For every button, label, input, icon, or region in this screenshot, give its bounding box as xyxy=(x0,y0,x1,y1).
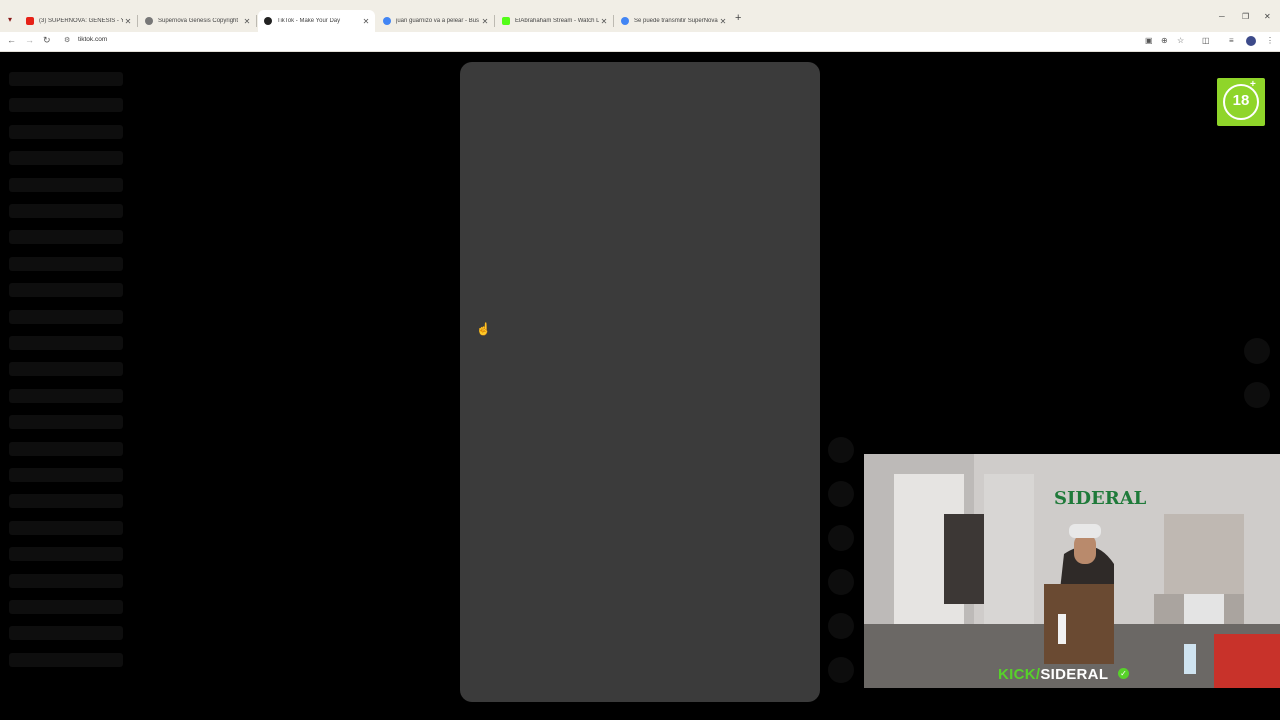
action-button-placeholder[interactable] xyxy=(828,481,854,507)
bookmark-star-icon[interactable]: ☆ xyxy=(1177,36,1184,45)
skeleton-item xyxy=(9,230,123,245)
skeleton-item xyxy=(9,600,123,614)
youtube-icon xyxy=(26,17,34,25)
tab-google-search[interactable]: juan guarnizo va a pelear - Bus ✕ xyxy=(377,10,495,32)
skeleton-item xyxy=(9,204,123,218)
close-icon[interactable]: ✕ xyxy=(599,17,609,26)
nav-down-button[interactable] xyxy=(1244,382,1270,408)
skeleton-item xyxy=(9,388,123,403)
close-icon[interactable]: ✕ xyxy=(480,17,490,26)
tab-title: juan guarnizo va a pelear - Bus xyxy=(396,18,480,24)
tab-search-icon[interactable]: ▾ xyxy=(3,13,17,27)
menu-icon[interactable]: ⋮ xyxy=(1266,36,1274,45)
tab-supernova-youtube[interactable]: (3) SUPERNOVA: GENESIS - You ✕ xyxy=(20,10,138,32)
skeleton-item xyxy=(9,468,123,482)
verified-check-icon: ✓ xyxy=(1118,668,1129,679)
tab-title: Supernova Genesis Copyright xyxy=(158,18,239,24)
forward-icon[interactable]: → xyxy=(25,35,34,45)
tab-strip: ▾ (3) SUPERNOVA: GENESIS - You ✕ Superno… xyxy=(0,0,1280,32)
skeleton-item xyxy=(9,626,123,641)
skeleton-item xyxy=(9,441,123,456)
skeleton-item xyxy=(9,362,123,377)
hand-cursor-icon: ☝ xyxy=(476,322,491,336)
skeleton-item xyxy=(9,98,123,113)
restore-icon[interactable]: ❐ xyxy=(1242,12,1249,21)
media-control-icon[interactable]: ≡ xyxy=(1229,36,1234,45)
minimize-icon[interactable]: ─ xyxy=(1219,12,1225,21)
profile-avatar[interactable] xyxy=(1246,36,1256,46)
address-bar[interactable]: ⚙ tiktok.com xyxy=(60,33,1140,49)
tab-title: TikTok - Make Your Day xyxy=(277,18,341,24)
skeleton-item xyxy=(9,177,123,192)
tab-title: (3) SUPERNOVA: GENESIS - You xyxy=(39,18,123,24)
close-icon[interactable]: ✕ xyxy=(718,17,728,26)
webcam-caption: KICK/SIDERAL xyxy=(998,666,1109,683)
back-icon[interactable]: ← xyxy=(7,35,16,45)
skeleton-item xyxy=(9,256,123,271)
google-icon xyxy=(621,17,629,25)
close-icon[interactable]: ✕ xyxy=(361,17,371,26)
skeleton-item xyxy=(9,124,123,139)
skeleton-item xyxy=(9,573,123,588)
nav-up-button[interactable] xyxy=(1244,338,1270,364)
tab-kick-stream[interactable]: ElAbrahaham Stream - Watch L ✕ xyxy=(496,10,614,32)
extensions-icon[interactable]: ◫ xyxy=(1202,36,1210,45)
globe-icon xyxy=(145,17,153,25)
window-close-icon[interactable]: ✕ xyxy=(1264,12,1271,21)
skeleton-item xyxy=(9,520,123,535)
skeleton-item xyxy=(9,151,123,166)
tab-tiktok[interactable]: TikTok - Make Your Day ✕ xyxy=(258,10,375,32)
new-tab-button[interactable]: + xyxy=(735,12,741,24)
kick-icon xyxy=(502,17,510,25)
google-icon xyxy=(383,17,391,25)
tiktok-page: 18 + ☝ SIDERAL KICK/SIDERAL ✓ xyxy=(0,52,1280,720)
reload-icon[interactable]: ↻ xyxy=(43,35,51,46)
browser-toolbar: ← → ↻ ⚙ tiktok.com ▣ ⊕ ☆ ◫ ≡ ⋮ xyxy=(0,32,1280,52)
action-button-placeholder[interactable] xyxy=(828,437,854,463)
tab-title: ElAbrahaham Stream - Watch L xyxy=(515,18,599,24)
zoom-icon[interactable]: ⊕ xyxy=(1161,36,1168,45)
skeleton-item xyxy=(9,336,123,350)
age-rating-label: 18 xyxy=(1232,92,1250,109)
age-rating-plus: + xyxy=(1250,79,1256,90)
webcam-image: SIDERAL xyxy=(864,454,1280,688)
skeleton-item xyxy=(9,652,123,667)
skeleton-item xyxy=(9,283,123,298)
skeleton-item xyxy=(9,547,123,562)
translate-icon[interactable]: ▣ xyxy=(1145,36,1153,45)
tiktok-icon xyxy=(264,17,272,25)
site-info-icon[interactable]: ⚙ xyxy=(64,36,72,44)
skeleton-item xyxy=(9,309,123,324)
video-placeholder[interactable] xyxy=(460,62,820,702)
age-rating-badge: 18 + xyxy=(1217,78,1265,126)
webcam-overlay: SIDERAL KICK/SIDERAL ✓ xyxy=(864,454,1280,688)
skeleton-item xyxy=(9,72,123,86)
tab-supernova-copyright[interactable]: Supernova Genesis Copyright ✕ xyxy=(139,10,257,32)
url-text[interactable]: tiktok.com xyxy=(78,36,107,43)
skeleton-item xyxy=(9,415,123,430)
action-button-placeholder[interactable] xyxy=(828,613,854,639)
action-button-placeholder[interactable] xyxy=(828,569,854,595)
close-icon[interactable]: ✕ xyxy=(123,17,133,26)
tab-title: Se puede transmitir SuperNova xyxy=(634,18,718,24)
skeleton-item xyxy=(9,494,123,509)
tab-google-transmit[interactable]: Se puede transmitir SuperNova ✕ xyxy=(615,10,732,32)
action-button-placeholder[interactable] xyxy=(828,657,854,683)
close-icon[interactable]: ✕ xyxy=(242,17,252,26)
svg-text:SIDERAL: SIDERAL xyxy=(1054,488,1147,509)
action-button-placeholder[interactable] xyxy=(828,525,854,551)
